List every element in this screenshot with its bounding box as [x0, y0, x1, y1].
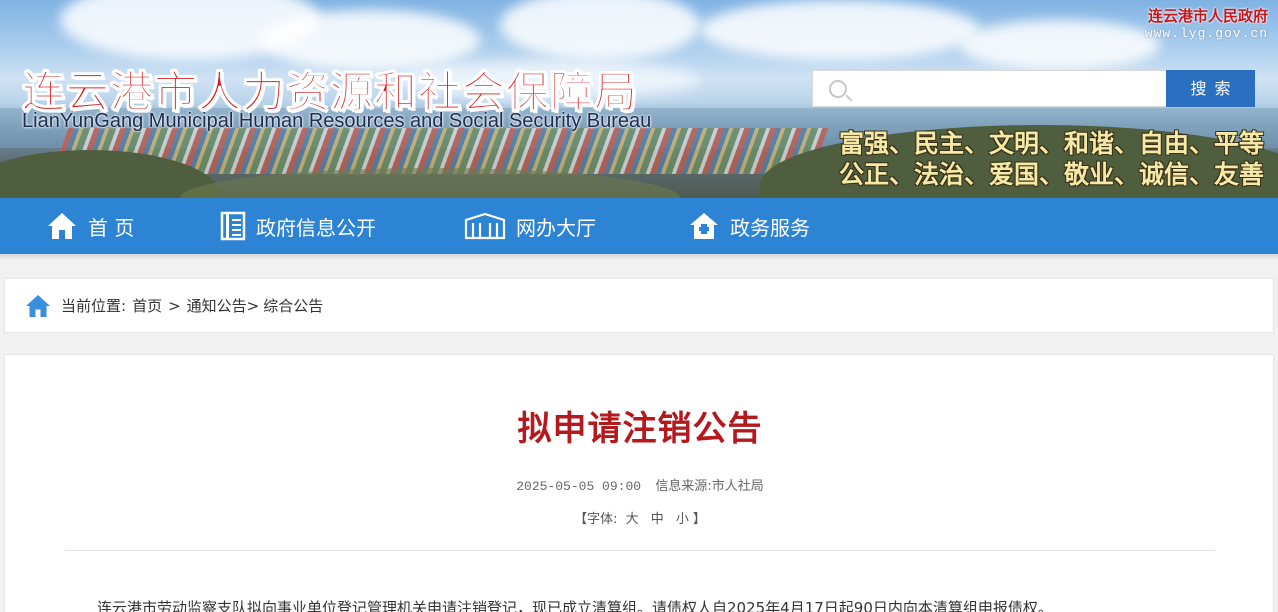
- article-body: 连云港市劳动监察支队拟向事业单位登记管理机关申请注销登记，现已成立清算组。请债权…: [97, 599, 1053, 612]
- slogan-line-2: 公正、法治、爱国、敬业、诚信、友善: [838, 160, 1264, 189]
- document-icon: [220, 211, 246, 241]
- font-label-close: 】: [692, 512, 706, 527]
- source-label: 信息来源:: [655, 479, 712, 494]
- search-button[interactable]: 搜索: [1166, 70, 1255, 107]
- nav-item-online-hall[interactable]: 网办大厅: [464, 198, 596, 254]
- search-box: [812, 70, 1167, 107]
- home-icon: [26, 294, 50, 317]
- slogan-line-1: 富强、民主、文明、和谐、自由、平等: [838, 129, 1264, 158]
- nav-item-label: 网办大厅: [516, 215, 596, 240]
- nav-shadow: [0, 254, 1278, 260]
- font-label-open: 【字体:: [574, 512, 618, 527]
- gov-logo-name: 连云港市人民政府: [1147, 7, 1268, 25]
- service-icon: [690, 213, 718, 239]
- breadcrumb-notices-link[interactable]: 通知公告: [187, 295, 247, 316]
- nav-item-home[interactable]: 首 页: [46, 198, 134, 254]
- source-value: 市人社局: [711, 479, 764, 494]
- breadcrumb-prefix: 当前位置:: [61, 297, 127, 315]
- divider: [65, 550, 1215, 551]
- building-icon: [464, 212, 506, 240]
- nav-item-label: 政府信息公开: [256, 215, 376, 240]
- gov-logo[interactable]: 连云港市人民政府 www.lyg.gov.cn: [1145, 5, 1268, 41]
- header-banner: 连云港市人力资源和社会保障局 LianYunGang Municipal Hum…: [0, 0, 1278, 198]
- font-size-small[interactable]: 小: [676, 512, 689, 527]
- search-input[interactable]: [859, 71, 1159, 106]
- publish-date: 2025-05-05 09:00: [516, 479, 642, 494]
- article-panel: 拟申请注销公告 2025-05-05 09:00 信息来源:市人社局 【字体: …: [4, 354, 1274, 612]
- site-subtitle: LianYunGang Municipal Human Resources an…: [22, 110, 652, 132]
- breadcrumb-separator: >: [246, 296, 260, 315]
- main-nav: 首 页 政府信息公开 网办大厅 政务服务: [0, 198, 1278, 254]
- font-size-medium[interactable]: 中: [651, 512, 664, 527]
- font-size-large[interactable]: 大: [626, 512, 639, 527]
- breadcrumb-separator: >: [168, 296, 181, 315]
- nav-item-label: 政务服务: [730, 215, 810, 240]
- article-title: 拟申请注销公告: [517, 409, 763, 449]
- nav-item-gov-info[interactable]: 政府信息公开: [220, 198, 376, 254]
- article-meta: 2025-05-05 09:00 信息来源:市人社局: [5, 475, 1275, 494]
- search-icon: [829, 80, 847, 98]
- core-values-slogan: 富强、民主、文明、和谐、自由、平等 公正、法治、爱国、敬业、诚信、友善: [839, 128, 1264, 190]
- home-icon: [48, 213, 76, 239]
- breadcrumb-home-link[interactable]: 首页: [132, 295, 162, 316]
- nav-item-label: 首 页: [88, 215, 135, 240]
- nav-item-gov-services[interactable]: 政务服务: [688, 198, 810, 254]
- breadcrumb-general-link[interactable]: 综合公告: [263, 295, 323, 316]
- breadcrumb: 当前位置: 首页 > 通知公告 > 综合公告: [4, 278, 1274, 333]
- gov-logo-url: www.lyg.gov.cn: [1144, 26, 1268, 41]
- font-size-switcher: 【字体: 大 中 小】: [5, 508, 1275, 527]
